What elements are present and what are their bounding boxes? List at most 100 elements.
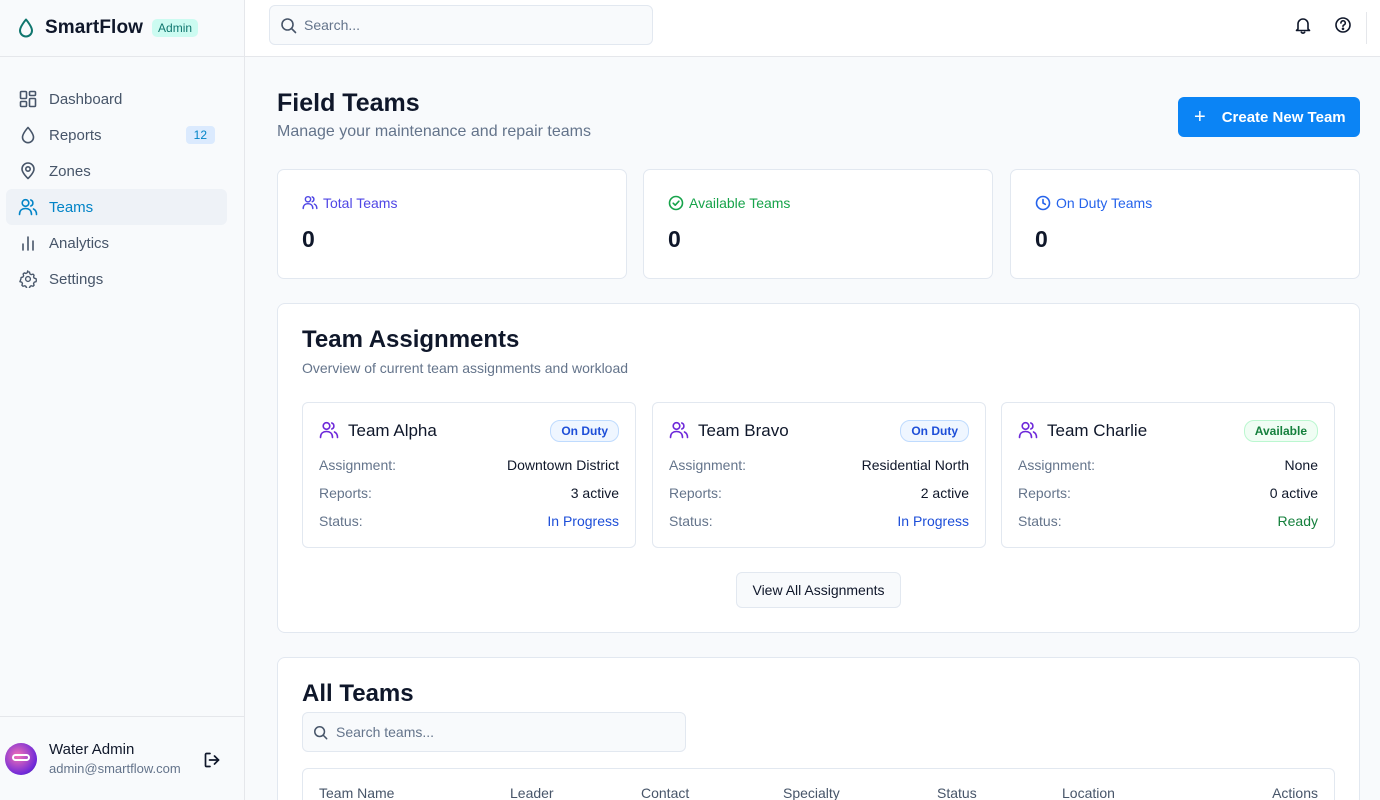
stat-on-duty-teams: On Duty Teams 0 <box>1010 169 1360 279</box>
assignment-value: Downtown District <box>506 457 619 473</box>
sidebar-item-dashboard[interactable]: Dashboard <box>6 81 227 117</box>
status-label: Status: <box>319 513 363 529</box>
sidebar-item-teams[interactable]: Teams <box>6 189 227 225</box>
search-icon <box>280 17 297 34</box>
global-search <box>269 5 653 45</box>
assignment-label: Assignment: <box>319 457 397 473</box>
stat-label: Available Teams <box>689 195 791 211</box>
assignment-value: None <box>1284 457 1318 473</box>
stat-label: On Duty Teams <box>1056 195 1153 211</box>
search-input[interactable] <box>304 17 634 33</box>
team-assignments-card: Team Assignments Overview of current tea… <box>277 303 1360 633</box>
reports-value: 2 active <box>920 485 969 501</box>
status-value: In Progress <box>547 513 619 529</box>
plus-icon: + <box>1194 106 1206 128</box>
layout-grid-icon <box>18 89 38 109</box>
column-header-specialty[interactable]: Specialty <box>783 785 840 800</box>
status-value: In Progress <box>897 513 969 529</box>
assignment-label: Assignment: <box>669 457 747 473</box>
sidebar-item-analytics[interactable]: Analytics <box>6 225 227 261</box>
users-icon <box>302 195 318 211</box>
check-circle-icon <box>668 195 684 211</box>
reports-label: Reports: <box>319 485 372 501</box>
team-name: Team Charlie <box>1047 421 1148 440</box>
role-badge: Admin <box>152 19 199 37</box>
stat-available-teams: Available Teams 0 <box>643 169 993 279</box>
map-pin-icon <box>18 161 38 181</box>
droplet-icon <box>18 125 38 145</box>
column-header-actions: Actions <box>1272 785 1318 800</box>
topbar-divider <box>1366 12 1367 44</box>
stat-value: 0 <box>302 226 315 252</box>
column-header-contact[interactable]: Contact <box>641 785 689 800</box>
user-email: admin@smartflow.com <box>49 761 181 776</box>
users-icon <box>1018 421 1038 441</box>
sidebar-item-label: Teams <box>49 198 94 216</box>
page-title: Field Teams <box>277 89 420 117</box>
page-subtitle: Manage your maintenance and repair teams <box>277 123 591 140</box>
stat-value: 0 <box>668 226 681 252</box>
users-icon <box>319 421 339 441</box>
status-label: Status: <box>669 513 713 529</box>
stat-total-teams: Total Teams 0 <box>277 169 627 279</box>
user-profile: Water Admin admin@smartflow.com <box>0 716 244 800</box>
create-team-button[interactable]: + Create New Team <box>1178 97 1360 137</box>
column-header-leader[interactable]: Leader <box>510 785 554 800</box>
help-icon[interactable] <box>1334 16 1352 34</box>
users-icon <box>18 197 38 217</box>
assignment-label: Assignment: <box>1018 457 1096 473</box>
sidebar-item-label: Analytics <box>49 234 110 252</box>
stat-label: Total Teams <box>323 195 398 211</box>
sidebar-item-label: Zones <box>49 162 91 180</box>
avatar[interactable] <box>5 742 37 775</box>
assignments-title: Team Assignments <box>302 326 520 353</box>
team-name: Team Alpha <box>348 421 437 440</box>
brand: SmartFlow Admin <box>0 0 244 57</box>
team-card-bravo[interactable]: Team Bravo On Duty Assignment: Residentia… <box>652 402 986 548</box>
sidebar-item-settings[interactable]: Settings <box>6 261 227 297</box>
team-search-input[interactable] <box>336 724 666 740</box>
user-name: Water Admin <box>49 741 135 758</box>
column-header-status[interactable]: Status <box>937 785 977 800</box>
reports-value: 3 active <box>570 485 619 501</box>
logout-icon[interactable] <box>203 751 221 769</box>
team-name: Team Bravo <box>698 421 789 440</box>
create-team-label: Create New Team <box>1221 108 1346 126</box>
topbar <box>245 0 1380 57</box>
sidebar-item-label: Dashboard <box>49 90 123 108</box>
view-all-assignments-button[interactable]: View All Assignments <box>736 572 901 608</box>
all-teams-card: All Teams Team Name Leader Contact Speci… <box>277 657 1360 800</box>
droplet-logo-icon <box>16 17 36 39</box>
search-icon <box>313 725 328 740</box>
sidebar-item-label: Settings <box>49 270 104 288</box>
users-icon <box>669 421 689 441</box>
assignments-subtitle: Overview of current team assignments and… <box>302 360 629 376</box>
sidebar-nav: Dashboard Reports 12 Zones Teams Analyti… <box>0 57 244 297</box>
sidebar-item-reports[interactable]: Reports 12 <box>6 117 227 153</box>
reports-label: Reports: <box>669 485 722 501</box>
sidebar-item-label: Reports <box>49 126 102 144</box>
bell-icon[interactable] <box>1294 16 1312 34</box>
team-search <box>302 712 686 752</box>
clock-icon <box>1035 195 1051 211</box>
stat-value: 0 <box>1035 226 1048 252</box>
column-header-team-name[interactable]: Team Name <box>319 785 394 800</box>
gear-icon <box>18 269 38 289</box>
status-badge: Available <box>1243 420 1318 442</box>
reports-label: Reports: <box>1018 485 1071 501</box>
status-badge: On Duty <box>550 420 619 442</box>
status-label: Status: <box>1018 513 1062 529</box>
sidebar: SmartFlow Admin Dashboard Reports 12 Zon… <box>0 0 245 800</box>
status-value: Ready <box>1277 513 1318 529</box>
all-teams-title: All Teams <box>302 680 414 707</box>
column-header-location[interactable]: Location <box>1062 785 1115 800</box>
reports-value: 0 active <box>1269 485 1318 501</box>
teams-table: Team Name Leader Contact Specialty Statu… <box>302 768 1335 800</box>
brand-name: SmartFlow <box>45 17 144 38</box>
bar-chart-icon <box>18 233 38 253</box>
team-card-alpha[interactable]: Team Alpha On Duty Assignment: Downtown D… <box>302 402 636 548</box>
reports-count-badge: 12 <box>185 126 215 144</box>
sidebar-item-zones[interactable]: Zones <box>6 153 227 189</box>
team-card-charlie[interactable]: Team Charlie Available Assignment: None R… <box>1001 402 1335 548</box>
main-content: Field Teams Manage your maintenance and … <box>245 57 1380 800</box>
